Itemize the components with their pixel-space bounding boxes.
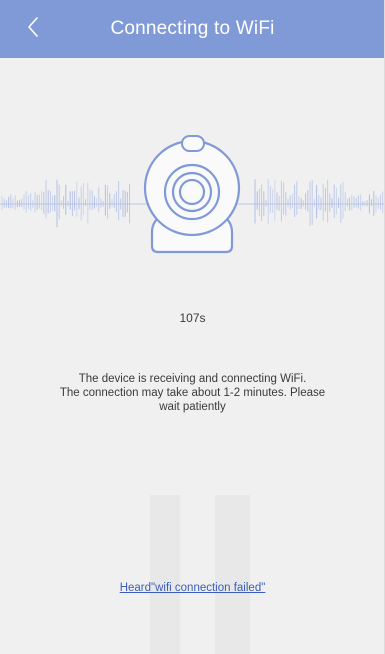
status-message-line: wait patiently <box>159 401 226 413</box>
page-title: Connecting to WiFi <box>110 18 275 39</box>
status-message: The device is receiving and connecting W… <box>20 372 365 414</box>
status-message-line: The connection may take about 1-2 minute… <box>59 387 326 399</box>
background-block <box>150 495 180 654</box>
chevron-left-icon <box>26 16 40 43</box>
background-block <box>215 495 250 654</box>
webcam-icon <box>134 128 250 264</box>
wifi-connecting-screen: Connecting to WiFi 107s The device is re… <box>0 0 385 654</box>
status-message-line: The device is receiving and connecting W… <box>78 373 307 385</box>
connection-failed-link[interactable]: Heard"wifi connection failed" <box>0 582 384 594</box>
countdown-timer: 107s <box>179 311 206 325</box>
top-bar: Connecting to WiFi <box>0 0 384 58</box>
back-button[interactable] <box>18 14 48 44</box>
